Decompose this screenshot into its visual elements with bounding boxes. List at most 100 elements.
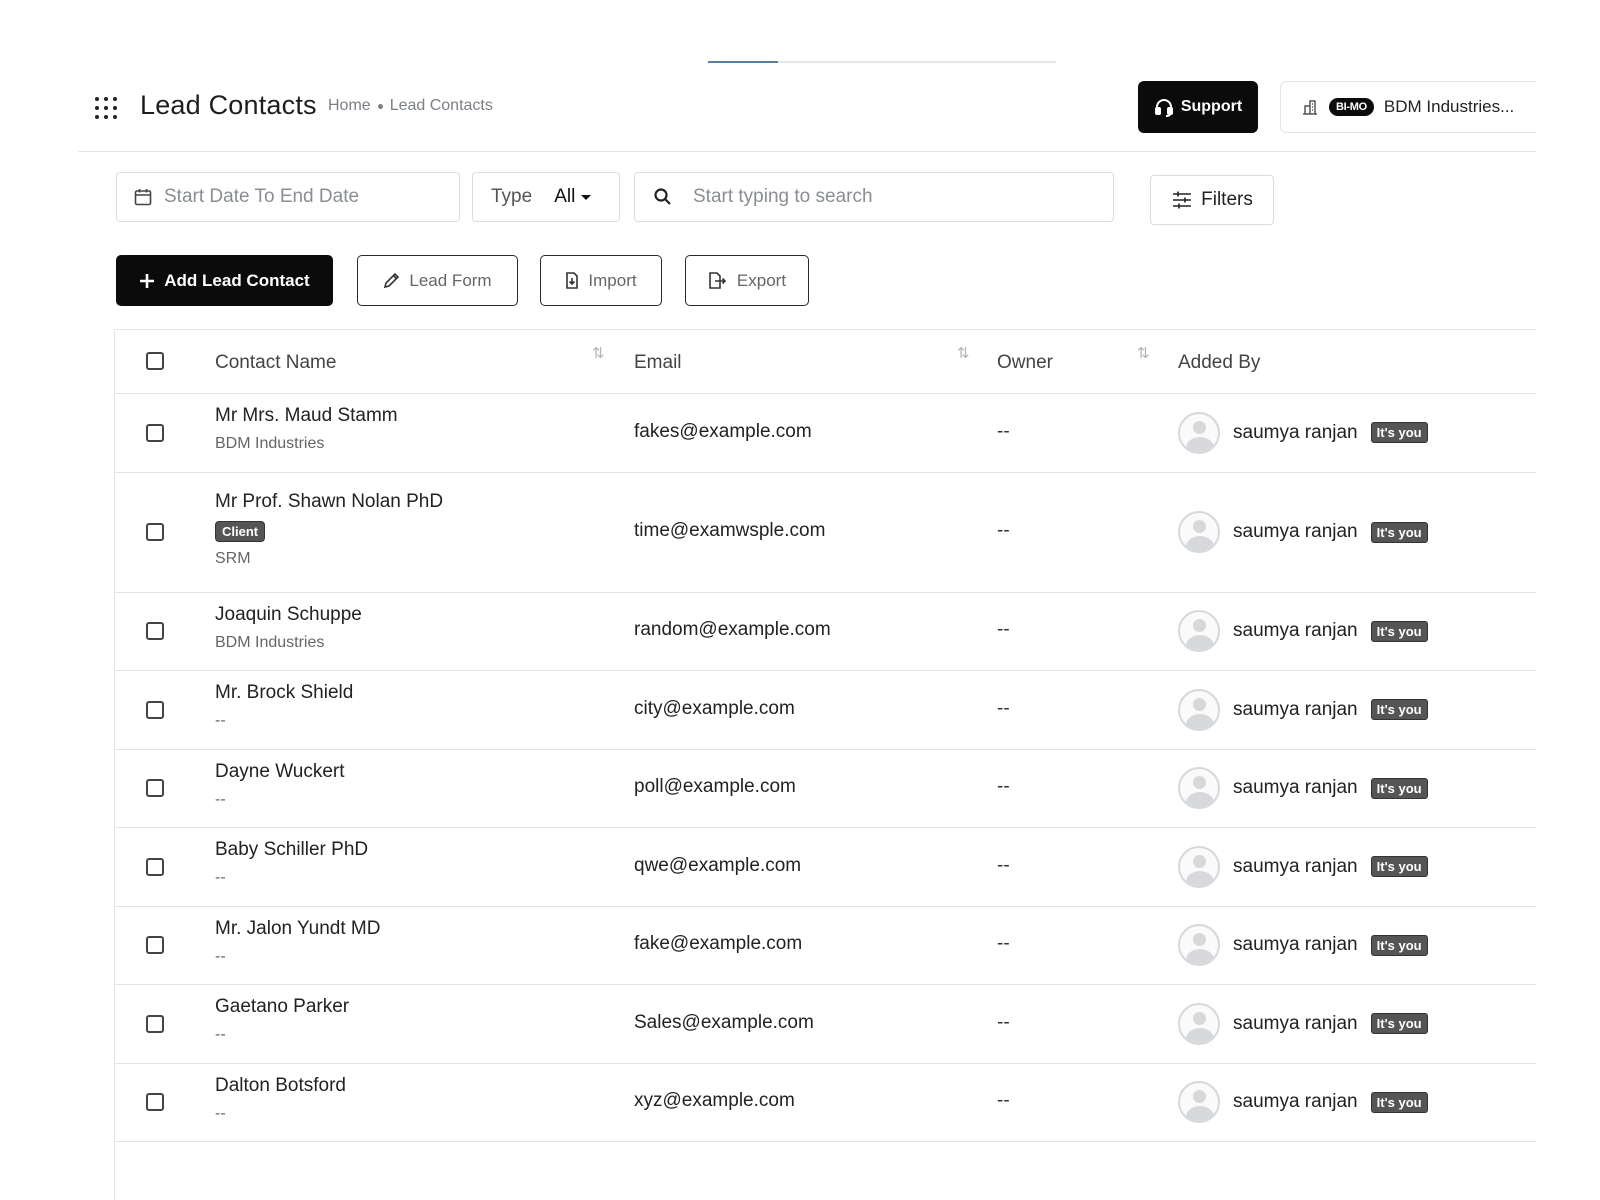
breadcrumb-home[interactable]: Home xyxy=(328,97,371,115)
contact-name[interactable]: Joaquin Schuppe xyxy=(215,604,362,626)
table-row[interactable]: Mr. Jalon Yundt MD -- fake@example.com -… xyxy=(115,907,1536,985)
row-checkbox[interactable] xyxy=(146,857,164,876)
lead-form-button[interactable]: Lead Form xyxy=(357,255,518,306)
contact-name-cell: Mr. Jalon Yundt MD -- xyxy=(215,918,380,966)
table-row[interactable]: Baby Schiller PhD -- qwe@example.com -- … xyxy=(115,828,1536,907)
type-select[interactable]: Type All xyxy=(472,172,620,222)
sort-icon[interactable]: ⇅ xyxy=(1137,344,1157,362)
contact-name-cell: Mr Mrs. Maud Stamm BDM Industries xyxy=(215,405,398,453)
type-value: All xyxy=(554,186,576,207)
company-badge: BI-MO xyxy=(1329,98,1374,116)
add-lead-contact-button[interactable]: Add Lead Contact xyxy=(116,255,333,306)
contact-owner: -- xyxy=(997,776,1010,798)
avatar xyxy=(1178,767,1220,810)
breadcrumb-current: Lead Contacts xyxy=(389,97,493,114)
contact-email: qwe@example.com xyxy=(634,854,802,876)
contact-name[interactable]: Dayne Wuckert xyxy=(215,761,345,783)
row-checkbox[interactable] xyxy=(146,1093,164,1112)
avatar xyxy=(1178,845,1220,888)
added-by-name: saumya ranjan xyxy=(1233,421,1358,443)
filters-button[interactable]: Filters xyxy=(1150,175,1274,225)
added-by-cell: saumya ranjan It's you xyxy=(1178,610,1428,653)
contact-name-cell: Mr Prof. Shawn Nolan PhD Client SRM xyxy=(215,491,443,568)
row-checkbox[interactable] xyxy=(146,523,164,541)
support-button[interactable]: Support xyxy=(1138,81,1258,133)
contact-name[interactable]: Gaetano Parker xyxy=(215,996,349,1018)
client-badge: Client xyxy=(215,520,266,542)
export-button[interactable]: Export xyxy=(685,255,809,306)
added-by-name: saumya ranjan xyxy=(1233,777,1358,799)
lead-contacts-table: Contact Name ⇅ Email ⇅ Owner ⇅ Added By … xyxy=(114,329,1536,1200)
contact-email: xyz@example.com xyxy=(634,1090,795,1112)
contact-name-cell: Dayne Wuckert -- xyxy=(215,761,345,809)
contact-name[interactable]: Mr Mrs. Maud Stamm xyxy=(215,405,398,427)
filters-label: Filters xyxy=(1201,189,1253,210)
added-by-name: saumya ranjan xyxy=(1233,620,1358,642)
its-you-badge: It's you xyxy=(1370,620,1428,642)
added-by-cell: saumya ranjan It's you xyxy=(1178,1081,1428,1124)
file-import-icon xyxy=(566,272,579,289)
caret-down-icon xyxy=(581,194,592,200)
sort-icon[interactable]: ⇅ xyxy=(957,344,977,362)
add-lead-contact-label: Add Lead Contact xyxy=(164,270,310,290)
table-header: Contact Name ⇅ Email ⇅ Owner ⇅ Added By xyxy=(115,330,1536,394)
added-by-cell: saumya ranjan It's you xyxy=(1178,411,1428,454)
sliders-icon xyxy=(1173,191,1192,209)
table-row[interactable]: Gaetano Parker -- Sales@example.com -- s… xyxy=(115,985,1536,1064)
table-row[interactable]: Dalton Botsford -- xyz@example.com -- sa… xyxy=(115,1064,1536,1142)
top-progress-fill xyxy=(708,61,778,63)
avatar xyxy=(1178,688,1220,731)
row-checkbox[interactable] xyxy=(146,779,164,798)
select-all-checkbox[interactable] xyxy=(146,352,164,370)
row-checkbox[interactable] xyxy=(146,423,164,442)
column-header-contact-name[interactable]: Contact Name xyxy=(215,352,336,374)
calendar-icon xyxy=(134,189,152,206)
contact-name[interactable]: Mr Prof. Shawn Nolan PhD xyxy=(215,491,443,513)
contact-company: -- xyxy=(215,947,226,965)
apps-grid-icon[interactable] xyxy=(93,95,119,121)
column-header-owner[interactable]: Owner xyxy=(997,352,1053,374)
search-input[interactable]: Start typing to search xyxy=(634,172,1114,222)
row-checkbox[interactable] xyxy=(146,1014,164,1033)
column-header-email[interactable]: Email xyxy=(634,352,682,374)
added-by-name: saumya ranjan xyxy=(1233,521,1358,542)
contact-name-cell: Mr. Brock Shield -- xyxy=(215,682,353,730)
pencil-icon xyxy=(384,272,400,289)
table-row[interactable]: Mr. Brock Shield -- city@example.com -- … xyxy=(115,671,1536,750)
contact-owner: -- xyxy=(997,1090,1010,1112)
page-header: Lead Contacts Home Lead Contacts Support… xyxy=(78,80,1536,152)
import-button[interactable]: Import xyxy=(540,255,662,306)
avatar xyxy=(1178,924,1220,967)
row-checkbox[interactable] xyxy=(146,936,164,955)
table-row[interactable]: Dayne Wuckert -- poll@example.com -- sau… xyxy=(115,750,1536,828)
table-row[interactable]: Mr Mrs. Maud Stamm BDM Industries fakes@… xyxy=(115,394,1536,473)
row-checkbox[interactable] xyxy=(146,700,164,719)
its-you-badge: It's you xyxy=(1370,1091,1428,1113)
sort-icon[interactable]: ⇅ xyxy=(592,344,612,362)
contact-email: fakes@example.com xyxy=(634,420,812,442)
contact-name[interactable]: Baby Schiller PhD xyxy=(215,839,368,861)
table-row[interactable]: Mr Prof. Shawn Nolan PhD Client SRM time… xyxy=(115,473,1536,593)
contact-email: time@examwsple.com xyxy=(634,520,826,541)
contact-name-cell: Baby Schiller PhD -- xyxy=(215,839,368,887)
date-range-picker[interactable]: Start Date To End Date xyxy=(116,172,460,222)
contact-name[interactable]: Mr. Jalon Yundt MD xyxy=(215,918,380,940)
added-by-cell: saumya ranjan It's you xyxy=(1178,924,1428,967)
contact-name[interactable]: Dalton Botsford xyxy=(215,1075,346,1097)
its-you-badge: It's you xyxy=(1370,856,1428,878)
column-header-added-by[interactable]: Added By xyxy=(1178,352,1260,374)
added-by-name: saumya ranjan xyxy=(1233,1091,1358,1113)
row-checkbox[interactable] xyxy=(146,622,164,641)
import-label: Import xyxy=(588,270,637,290)
company-switcher[interactable]: BI-MO BDM Industries... xyxy=(1280,81,1536,133)
search-icon xyxy=(654,188,671,205)
contact-company: -- xyxy=(215,712,226,729)
contact-email: fake@example.com xyxy=(634,933,803,955)
added-by-cell: saumya ranjan It's you xyxy=(1178,688,1428,731)
its-you-badge: It's you xyxy=(1370,934,1428,956)
contact-name[interactable]: Mr. Brock Shield xyxy=(215,682,353,704)
table-row[interactable]: Joaquin Schuppe BDM Industries random@ex… xyxy=(115,593,1536,671)
added-by-name: saumya ranjan xyxy=(1233,855,1358,877)
avatar xyxy=(1178,1081,1220,1124)
added-by-cell: saumya ranjan It's you xyxy=(1178,767,1428,810)
